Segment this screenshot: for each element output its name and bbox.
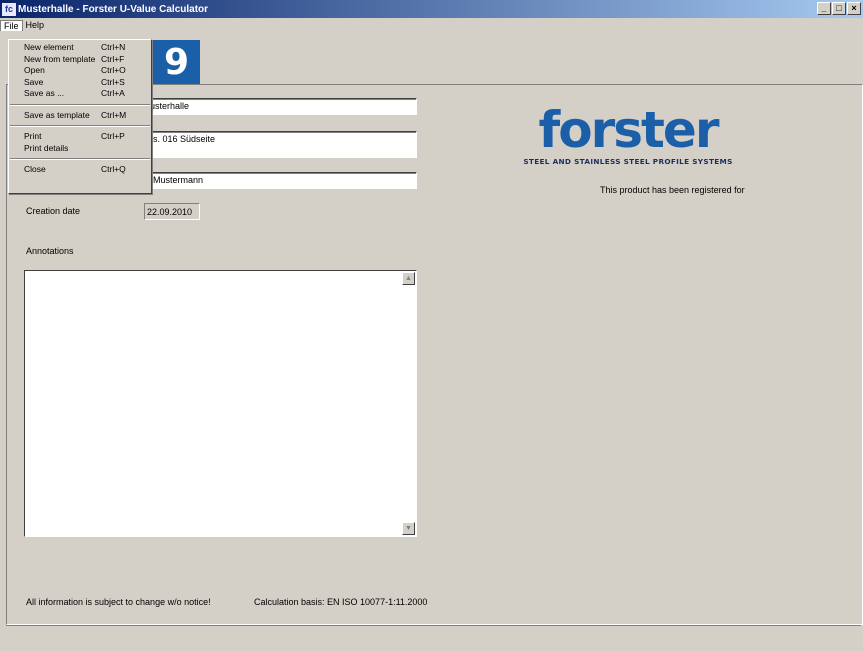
disclaimer-text: All information is subject to change w/o… bbox=[26, 597, 211, 607]
menu-item-save-as-template[interactable]: Save as template Ctrl+M bbox=[9, 110, 151, 122]
menu-item-shortcut: Ctrl+F bbox=[101, 53, 125, 64]
menu-item-shortcut: Ctrl+O bbox=[101, 65, 126, 75]
scroll-up-arrow-icon[interactable]: ▲ bbox=[402, 272, 415, 285]
menu-item-new-from-template[interactable]: New from template Ctrl+F bbox=[9, 54, 151, 66]
registered-for-text: This product has been registered for bbox=[600, 185, 745, 195]
annotations-label: Annotations bbox=[26, 246, 74, 256]
menu-item-shortcut: Ctrl+A bbox=[101, 88, 125, 98]
status-area bbox=[6, 625, 861, 650]
creation-date-value: 22.09.2010 bbox=[144, 203, 200, 220]
menu-item-label: Print bbox=[24, 131, 42, 141]
window-controls: _ □ × bbox=[817, 2, 861, 15]
menu-item-shortcut: Ctrl+S bbox=[101, 76, 125, 87]
project-name-field[interactable]: lusterhalle bbox=[144, 98, 417, 115]
scroll-down-arrow-icon[interactable]: ▼ bbox=[402, 522, 415, 535]
annotations-textarea[interactable]: ▲ ▼ bbox=[24, 270, 417, 537]
menu-item-new-element[interactable]: New element Ctrl+N bbox=[9, 42, 151, 54]
menu-item-label: Print details bbox=[24, 142, 69, 153]
menu-item-shortcut bbox=[101, 143, 143, 155]
menu-separator bbox=[10, 125, 150, 127]
window-title: Musterhalle - Forster U-Value Calculator bbox=[18, 3, 209, 15]
close-window-button[interactable]: × bbox=[847, 2, 861, 15]
position-field[interactable]: os. 016 Südseite bbox=[144, 131, 417, 158]
forster-logo: forster STEEL AND STAINLESS STEEL PROFIL… bbox=[516, 101, 740, 166]
menu-item-label: Save as template bbox=[24, 109, 90, 120]
title-bar: fc Musterhalle - Forster U-Value Calcula… bbox=[0, 0, 863, 18]
menu-item-save[interactable]: Save Ctrl+S bbox=[9, 77, 151, 89]
logo-tagline: STEEL AND STAINLESS STEEL PROFILE SYSTEM… bbox=[523, 157, 733, 166]
menu-item-open[interactable]: Open Ctrl+O bbox=[9, 65, 151, 77]
annotations-text bbox=[25, 271, 416, 277]
menu-item-label: Close bbox=[24, 164, 46, 174]
menu-item-label: Save as ... bbox=[24, 88, 65, 98]
menu-item-print[interactable]: Print Ctrl+P bbox=[9, 131, 151, 143]
menu-item-print-details[interactable]: Print details bbox=[9, 143, 151, 155]
menu-bar: File Help bbox=[0, 18, 863, 32]
menu-item-label: New element bbox=[24, 42, 74, 52]
step-number-badge: 9 bbox=[153, 40, 200, 85]
menu-help[interactable]: Help bbox=[23, 20, 48, 30]
calculation-basis-text: Calculation basis: EN ISO 10077-1:11.200… bbox=[254, 597, 428, 607]
file-menu-dropdown: New element Ctrl+N New from template Ctr… bbox=[8, 39, 152, 194]
menu-item-shortcut: Ctrl+M bbox=[101, 109, 127, 120]
menu-item-label: Open bbox=[24, 65, 45, 75]
logo-wordmark: forster bbox=[538, 101, 720, 159]
menu-item-label: Save bbox=[24, 76, 44, 87]
menu-item-shortcut: Ctrl+Q bbox=[101, 164, 126, 174]
minimize-button[interactable]: _ bbox=[817, 2, 831, 15]
creation-date-label: Creation date bbox=[26, 206, 81, 216]
menu-item-save-as[interactable]: Save as ... Ctrl+A bbox=[9, 88, 151, 100]
menu-item-close[interactable]: Close Ctrl+Q bbox=[9, 164, 151, 176]
maximize-button[interactable]: □ bbox=[832, 2, 846, 15]
app-icon: fc bbox=[2, 2, 16, 16]
menu-separator bbox=[10, 158, 150, 160]
annotations-scrollbar[interactable]: ▲ ▼ bbox=[402, 272, 415, 535]
menu-file[interactable]: File bbox=[0, 19, 23, 31]
menu-item-label: New from template bbox=[24, 53, 96, 64]
menu-separator bbox=[10, 103, 150, 106]
menu-item-shortcut: Ctrl+N bbox=[101, 42, 126, 52]
author-field[interactable]: . Mustermann bbox=[144, 172, 417, 189]
menu-item-shortcut: Ctrl+P bbox=[101, 131, 125, 141]
